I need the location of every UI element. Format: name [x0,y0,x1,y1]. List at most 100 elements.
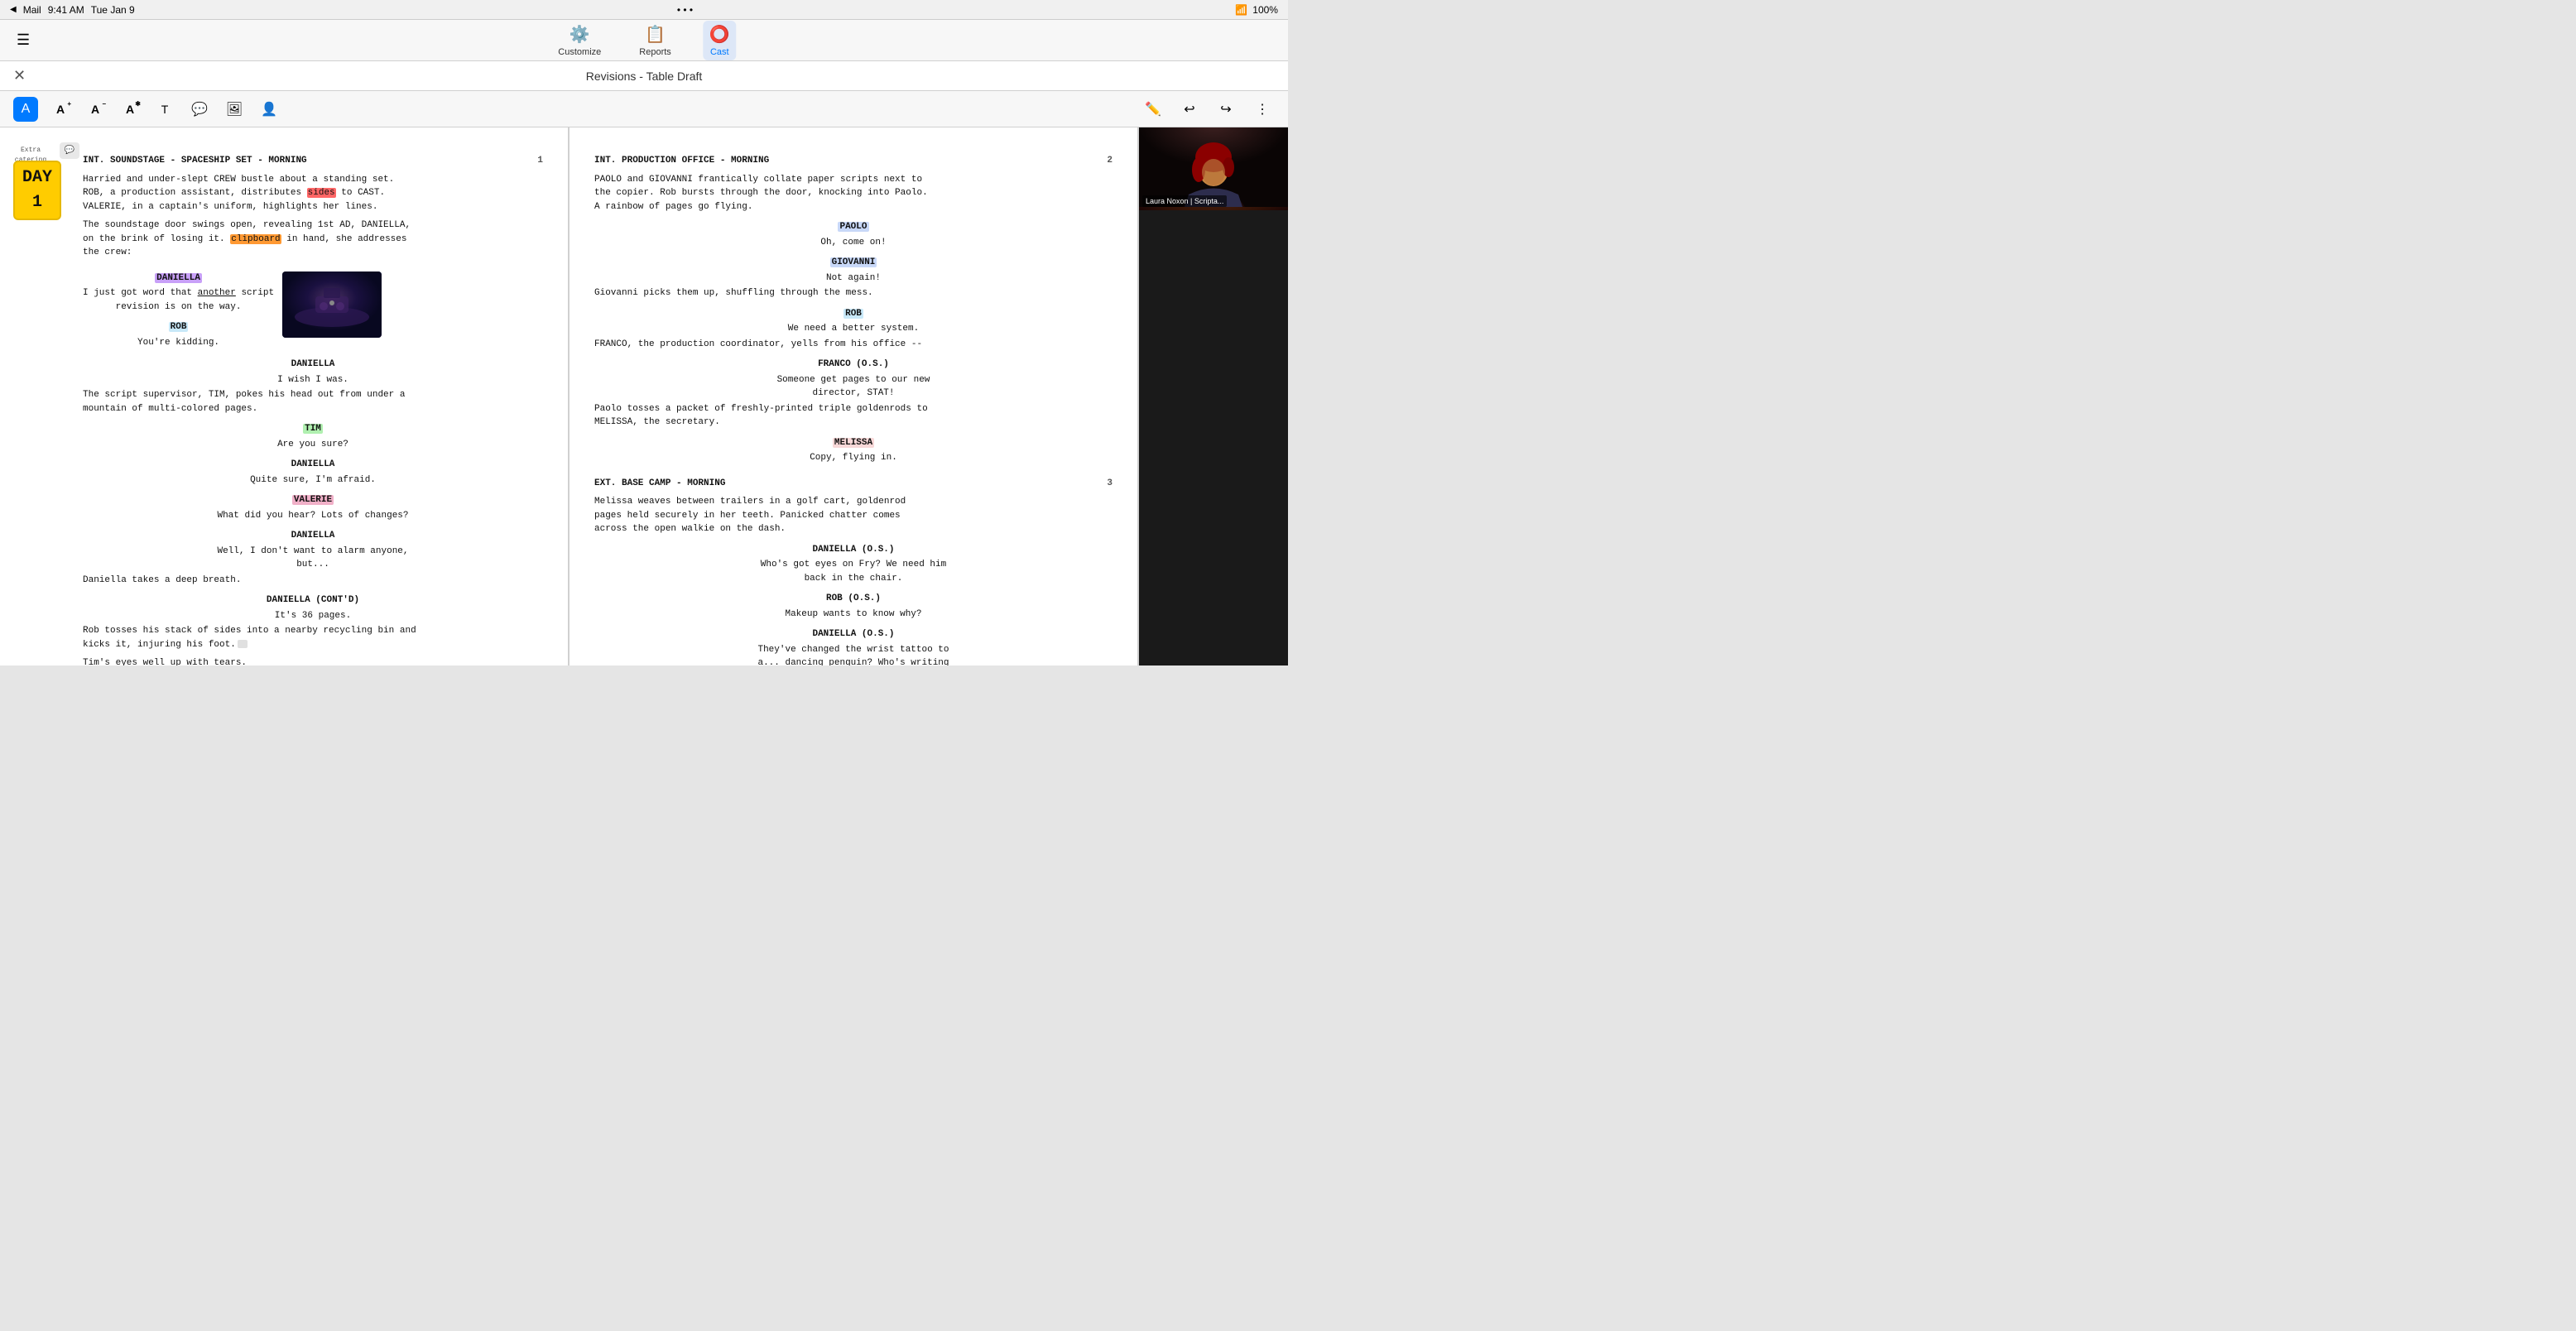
highlight-clipboard: clipboard [230,234,281,244]
app-name: Mail [23,4,41,16]
main-content: DAY 1 Extra catering 💬 INT. SOUNDSTAGE -… [0,127,1288,666]
action-6: Tim's eyes well up with tears. [83,656,543,666]
battery: 100% [1252,4,1278,16]
right-scene-heading-2: INT. PRODUCTION OFFICE - MORNING 2 [594,154,1113,168]
toolbar-center: ⚙️ Customize 📋 Reports ⭕ Cast [551,21,736,60]
char-daniella-1: DANIELLA [83,271,274,286]
dots: • • • [677,4,693,16]
right-char-franco: FRANCO (O.S.) [594,358,1113,372]
right-dial-rob-os: Makeup wants to know why? [738,608,969,622]
cast-label: Cast [710,47,729,57]
video-panel: Laura Noxon | Scripta... [1139,127,1288,666]
inline-comment-1 [238,640,248,648]
right-dial-giovanni: Not again! [738,271,969,286]
char-valerie-1: VALERIE [83,493,543,507]
customize-label: Customize [558,47,601,57]
dial-valerie-1: What did you hear? Lots of changes? [197,509,429,523]
status-bar: ◀ Mail 9:41 AM Tue Jan 9 • • • 📶 100% [0,0,1288,20]
action-4: Daniella takes a deep breath. [83,574,543,588]
format-right: ✏️ ↩ ↪ ⋮ [1141,97,1275,122]
right-script-panel[interactable]: INT. PRODUCTION OFFICE - MORNING 2 PAOLO… [570,127,1137,666]
subtitle-bar: ✕ Revisions - Table Draft [0,61,1288,91]
right-char-melissa-1: MELISSA [594,436,1113,450]
action-left-text: DANIELLA I just got word that another sc… [83,265,274,352]
right-char-paolo: PAOLO [594,220,1113,234]
action-with-image: DANIELLA I just got word that another sc… [83,265,543,352]
redo-button[interactable]: ↪ [1214,97,1238,122]
back-arrow[interactable]: ◀ [10,5,17,14]
cast-button[interactable]: ⭕ Cast [703,21,737,60]
video-thumbnail: Laura Noxon | Scripta... [1139,127,1288,210]
day-badge-container: DAY 1 Extra catering [7,144,55,166]
person-button[interactable]: 👤 [257,97,281,122]
pencil-button[interactable]: ✏️ [1141,97,1165,122]
right-char-rob-1: ROB [594,307,1113,321]
char-rob-1: ROB [83,320,274,334]
dial-rob-1: You're kidding. [83,336,274,350]
right-scene-num-2: 2 [1107,154,1113,168]
right-char-rob-os: ROB (O.S.) [594,592,1113,606]
right-scene-num-3: 3 [1107,477,1113,491]
right-action-4: Paolo tosses a packet of freshly-printed… [594,402,1113,430]
action-3: The script supervisor, TIM, pokes his he… [83,388,543,416]
highlight-sides: sides [307,188,336,198]
script-left-text: INT. SOUNDSTAGE - SPACESHIP SET - MORNIN… [83,154,543,666]
char-daniella-cont: DANIELLA (CONT'D) [83,593,543,608]
status-left: ◀ Mail 9:41 AM Tue Jan 9 [10,4,135,16]
dial-daniella-3: Quite sure, I'm afraid. [197,473,429,488]
right-scene-3-text: EXT. BASE CAMP - MORNING [594,477,725,491]
format-a-button[interactable]: A [13,97,38,122]
right-scene-3: EXT. BASE CAMP - MORNING 3 [594,477,1113,491]
day-badge: DAY 1 [13,161,61,220]
comment-button[interactable]: 💬 [187,97,212,122]
undo-button[interactable]: ↩ [1177,97,1202,122]
right-dial-daniella-os-2: They've changed the wrist tattoo toa... … [738,643,969,666]
script-image [282,271,382,338]
dial-daniella-4: Well, I don't want to alarm anyone,but..… [197,545,429,572]
format-a-plus-button[interactable]: A+ [48,97,73,122]
right-action-3: FRANCO, the production coordinator, yell… [594,338,1113,352]
right-dial-rob-1: We need a better system. [738,322,969,336]
dial-tim-1: Are you sure? [197,438,429,452]
format-a-minus-button[interactable]: A− [83,97,108,122]
right-scene-heading-text-2: INT. PRODUCTION OFFICE - MORNING [594,154,769,168]
reports-button[interactable]: 📋 Reports [632,21,678,60]
customize-button[interactable]: ⚙️ Customize [551,21,608,60]
format-a-star-button[interactable]: A✱ [118,97,142,122]
toolbar-left: ☰ [17,31,30,49]
top-toolbar: ☰ ⚙️ Customize 📋 Reports ⭕ Cast [0,20,1288,61]
image-button[interactable]: 🖼 [222,97,247,122]
format-toolbar: A A+ A− A✱ T 💬 🖼 👤 ✏️ ↩ ↪ ⋮ [0,91,1288,127]
format-left: A A+ A− A✱ T 💬 🖼 👤 [13,97,281,122]
scene-num-1: 1 [537,154,543,168]
dial-daniella-cont: It's 36 pages. [197,609,429,623]
customize-icon: ⚙️ [570,24,590,45]
right-action-2: Giovanni picks them up, shuffling throug… [594,286,1113,300]
right-dial-daniella-os: Who's got eyes on Fry? We need himback i… [738,558,969,585]
status-right: 📶 100% [1235,4,1278,16]
right-char-giovanni: GIOVANNI [594,256,1113,270]
right-scene-heading-3: EXT. BASE CAMP - MORNING 3 [594,477,1113,491]
right-dial-paolo: Oh, come on! [738,236,969,250]
right-char-daniella-os: DANIELLA (O.S.) [594,543,1113,557]
format-t-button[interactable]: T [152,97,177,122]
close-button[interactable]: ✕ [13,67,26,84]
cast-icon: ⭕ [709,24,730,45]
video-label: Laura Noxon | Scripta... [1142,195,1227,207]
scene-heading-text-1: INT. SOUNDSTAGE - SPACESHIP SET - MORNIN… [83,154,307,168]
action-2: The soundstage door swings open, reveali… [83,219,543,260]
time: 9:41 AM [48,4,84,16]
left-script-panel[interactable]: DAY 1 Extra catering 💬 INT. SOUNDSTAGE -… [0,127,568,666]
wifi-icon: 📶 [1235,4,1247,16]
scene-heading-1: INT. SOUNDSTAGE - SPACESHIP SET - MORNIN… [83,154,543,168]
reports-icon: 📋 [645,24,666,45]
day-number: DAY 1 [20,166,55,215]
date: Tue Jan 9 [91,4,135,16]
hamburger-menu[interactable]: ☰ [17,31,30,49]
comment-bubble[interactable]: 💬 [60,142,79,159]
char-daniella-3: DANIELLA [83,458,543,472]
right-action-5: Melissa weaves between trailers in a gol… [594,495,1113,536]
more-button[interactable]: ⋮ [1250,97,1275,122]
action-5: Rob tosses his stack of sides into a nea… [83,624,543,651]
right-dial-melissa-1: Copy, flying in. [738,451,969,465]
